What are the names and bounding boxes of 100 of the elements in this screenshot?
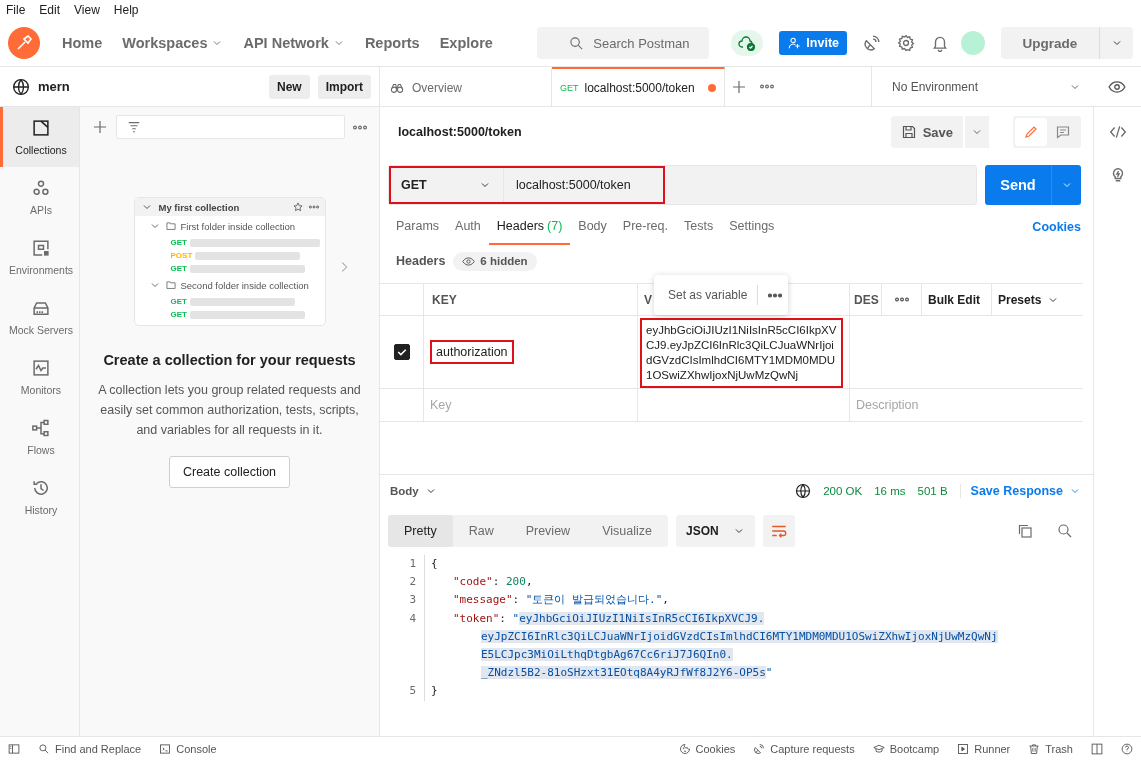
sidebar-item[interactable]: Environments bbox=[0, 227, 79, 287]
line-number: 5 bbox=[408, 683, 417, 700]
environment-select[interactable]: No Environment bbox=[871, 67, 1093, 106]
checkbox[interactable] bbox=[393, 344, 410, 360]
request-section-tab[interactable]: Params bbox=[388, 209, 448, 245]
cookies-link[interactable]: Cookies bbox=[1032, 209, 1081, 245]
comment-icon bbox=[1055, 124, 1071, 140]
request-section-tab[interactable]: Settings bbox=[721, 209, 783, 245]
two-pane-icon bbox=[1091, 743, 1103, 755]
view-tab[interactable]: Raw bbox=[452, 515, 510, 547]
header-value[interactable]: eyJhbGciOiJIUzI1NiIsInR5cCI6IkpXVCJ9.eyJpZCI6InRlc3QiLCJuaWNrIjoidGVzdCIsImlhdCI6MTY1MDM0MDU1OSwiZXhwIjoxNjUwMzQwNj bbox=[640, 318, 843, 388]
check-icon bbox=[395, 346, 408, 358]
sidebar-item[interactable]: Collections bbox=[0, 107, 79, 167]
workspace-button[interactable]: Import bbox=[317, 74, 371, 99]
request-section-tab[interactable]: Auth bbox=[447, 209, 489, 245]
header-key[interactable]: authorization bbox=[430, 340, 514, 364]
nav-item[interactable]: Home bbox=[52, 27, 113, 59]
nav-item[interactable]: Explore bbox=[429, 27, 503, 59]
view-tab[interactable]: Pretty bbox=[388, 515, 453, 547]
edit-button[interactable] bbox=[1015, 118, 1047, 146]
sidebar-item[interactable]: APIs bbox=[0, 167, 79, 227]
folder-icon bbox=[165, 280, 176, 290]
sidebar-toggle[interactable] bbox=[8, 743, 20, 755]
menu-item[interactable]: View bbox=[74, 3, 108, 17]
status-code: 200 OK bbox=[823, 485, 863, 497]
eye-icon bbox=[462, 254, 476, 268]
response-size: 501 B bbox=[917, 485, 948, 497]
empty-description: A collection lets you group related requests and easily set common authorization, tests, scripts, and variables for all requests in it. bbox=[97, 382, 362, 439]
code-line: } bbox=[430, 683, 438, 700]
method-label: POST bbox=[170, 251, 193, 260]
status-bar-item[interactable]: Trash bbox=[1028, 743, 1073, 755]
line-number: 4 bbox=[408, 610, 417, 627]
more-icon bbox=[760, 84, 774, 89]
code-line: "message": "토큰이 발급되었습니다.", bbox=[452, 592, 669, 609]
response-body-label[interactable]: Body bbox=[390, 485, 419, 497]
headers-label: Headers bbox=[396, 254, 446, 268]
format-select[interactable]: JSON bbox=[675, 515, 755, 547]
code-line: { bbox=[430, 556, 438, 572]
workspace-name: mern bbox=[38, 79, 70, 94]
sidebar-item[interactable]: History bbox=[0, 467, 79, 527]
line-number: 2 bbox=[408, 574, 417, 591]
request-section-tab[interactable]: Pre-req. bbox=[614, 209, 676, 245]
flow-icon bbox=[31, 418, 51, 438]
globe-icon bbox=[795, 483, 812, 499]
status-bar-item[interactable]: Capture requests bbox=[753, 743, 855, 755]
bulk-edit-button[interactable]: Bulk Edit bbox=[922, 284, 992, 315]
menu-item[interactable]: File bbox=[6, 3, 34, 17]
workspace-button[interactable]: New bbox=[268, 74, 310, 99]
set-as-variable-button[interactable]: Set as variable bbox=[668, 288, 748, 302]
request-section-tab[interactable]: Headers (7) bbox=[488, 209, 571, 245]
view-tab[interactable]: Preview bbox=[509, 515, 587, 547]
create-collection-button[interactable]: Create collection bbox=[168, 456, 291, 488]
save-button[interactable]: Save bbox=[890, 116, 963, 148]
cookie-icon bbox=[678, 743, 691, 755]
console-icon bbox=[159, 743, 172, 755]
nav-item[interactable]: API Network bbox=[233, 27, 355, 59]
sidebar-item[interactable]: Monitors bbox=[0, 347, 79, 407]
plus-icon bbox=[731, 78, 747, 95]
folder-icon bbox=[165, 221, 176, 231]
status-bar-item[interactable]: Console bbox=[159, 743, 217, 755]
graduation-cap-icon bbox=[872, 743, 885, 755]
code-line: "code": 200, bbox=[452, 574, 533, 591]
sidebar-item[interactable]: Flows bbox=[0, 407, 79, 467]
presets-dropdown[interactable]: Presets bbox=[992, 284, 1083, 315]
invite-button[interactable]: Invite bbox=[779, 31, 847, 55]
play-icon bbox=[957, 743, 970, 755]
sidebar-item[interactable]: Mock Servers bbox=[0, 287, 79, 347]
request-tab[interactable]: GET localhost:5000/token bbox=[552, 67, 725, 106]
nav-item[interactable]: Reports bbox=[354, 27, 430, 59]
filter-field[interactable] bbox=[116, 115, 345, 139]
search-field[interactable]: Search Postman bbox=[537, 27, 710, 59]
satellite-icon bbox=[863, 34, 881, 52]
more-icon bbox=[308, 205, 319, 209]
request-section-tab[interactable]: Body bbox=[570, 209, 615, 245]
cloud-check-icon[interactable] bbox=[731, 30, 764, 56]
method-label: GET bbox=[170, 310, 187, 319]
save-icon bbox=[900, 124, 917, 140]
preview-folder-name: Second folder inside collection bbox=[180, 279, 309, 291]
status-bar-item[interactable]: Runner bbox=[957, 743, 1011, 755]
plus-icon bbox=[92, 119, 108, 135]
circles-icon bbox=[31, 178, 51, 198]
view-tab[interactable]: Visualize bbox=[586, 515, 668, 547]
bell-icon bbox=[931, 34, 949, 52]
nav-item[interactable]: Workspaces bbox=[112, 27, 234, 59]
request-section-tab[interactable]: Tests bbox=[676, 209, 722, 245]
status-bar-item[interactable]: Bootcamp bbox=[872, 743, 940, 755]
two-pane-toggle[interactable] bbox=[1091, 743, 1103, 755]
menu-item[interactable]: Edit bbox=[39, 3, 69, 17]
monitor-icon bbox=[31, 358, 51, 378]
logo-icon[interactable] bbox=[8, 27, 40, 59]
wrap-lines-button[interactable] bbox=[762, 515, 795, 547]
hidden-headers-toggle[interactable]: 6 hidden bbox=[453, 251, 537, 271]
column-header: DES bbox=[850, 284, 882, 315]
user-plus-icon bbox=[787, 36, 802, 50]
more-icon bbox=[768, 292, 783, 298]
status-bar-item[interactable]: Find and Replace bbox=[38, 743, 142, 755]
save-response-button[interactable]: Save Response bbox=[959, 484, 1081, 498]
more-icon bbox=[894, 297, 909, 302]
menu-item[interactable]: Help bbox=[113, 3, 147, 17]
status-bar-item[interactable]: Cookies bbox=[678, 743, 736, 755]
